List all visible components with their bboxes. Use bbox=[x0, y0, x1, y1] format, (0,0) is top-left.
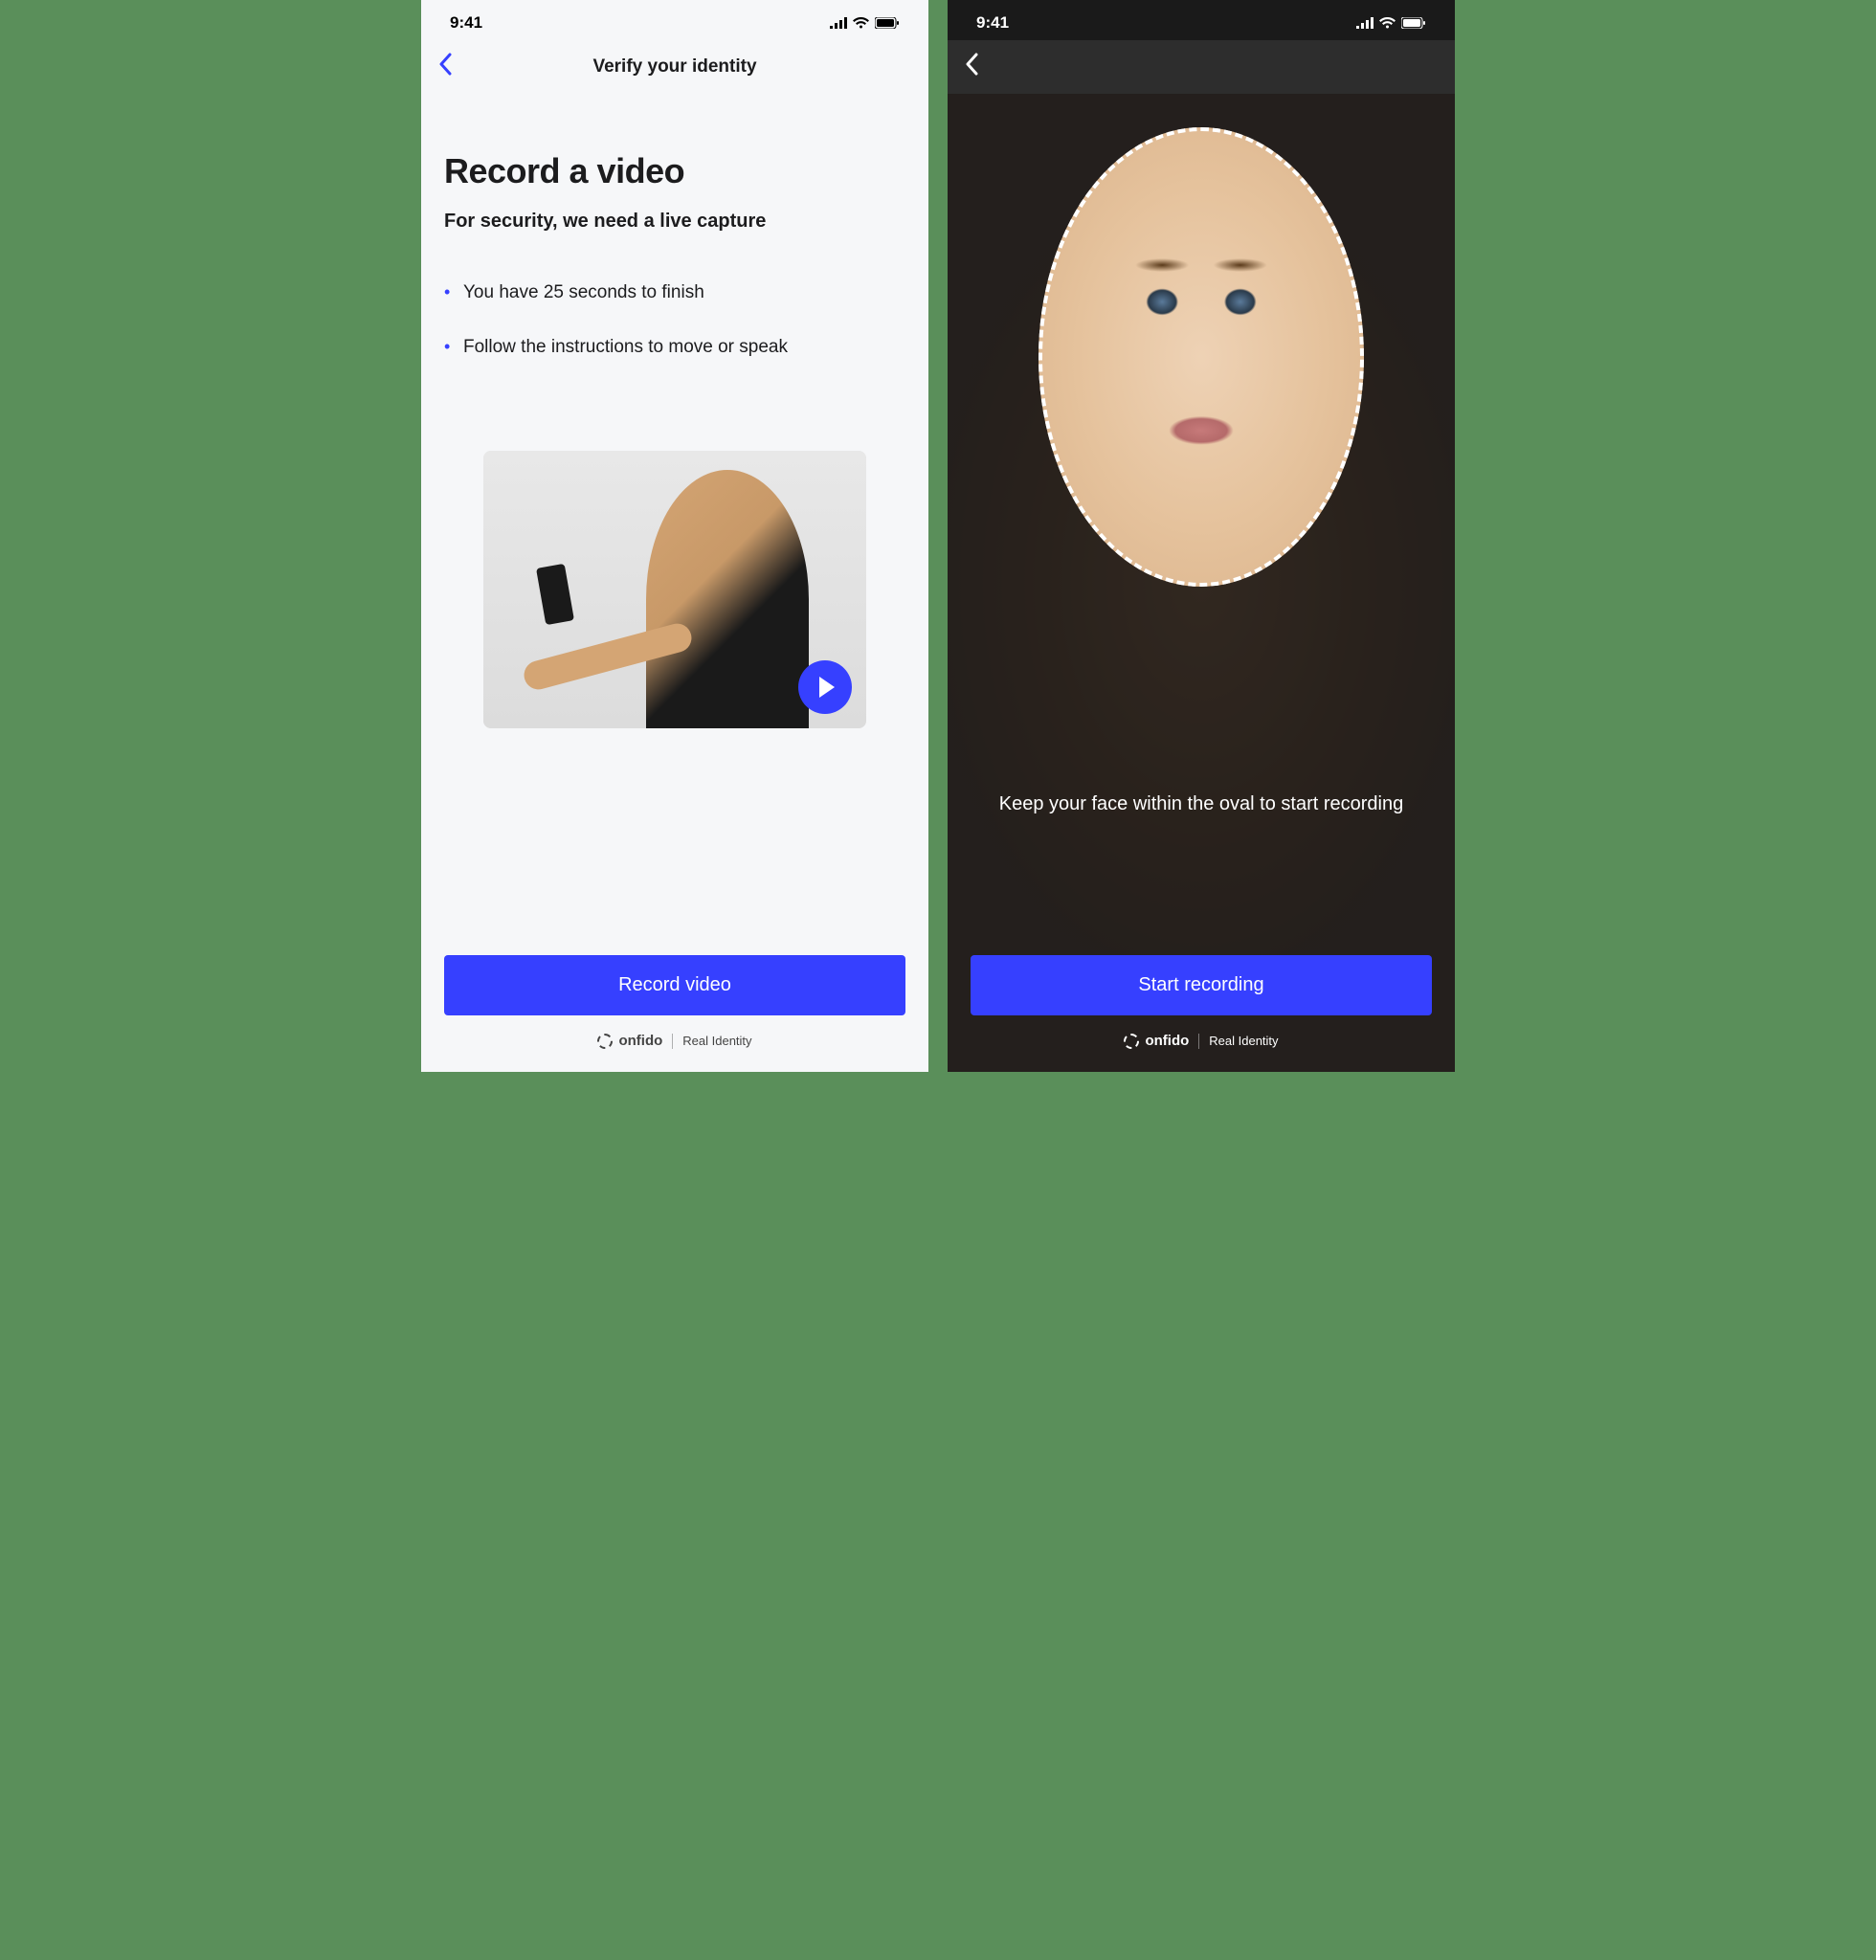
brand-footer: onfido Real Identity bbox=[971, 1033, 1432, 1049]
onfido-mark-icon bbox=[1124, 1034, 1139, 1049]
wifi-icon bbox=[1379, 17, 1396, 29]
back-button[interactable] bbox=[438, 52, 467, 82]
screen-capture: 9:41 Keep your face within the oval to s… bbox=[948, 0, 1455, 1072]
status-bar: 9:41 bbox=[948, 0, 1455, 40]
brand-tagline: Real Identity bbox=[1209, 1034, 1278, 1048]
screen-instructions: 9:41 Verify your identity Record a video… bbox=[421, 0, 928, 1072]
instruction-list: You have 25 seconds to finish Follow the… bbox=[444, 280, 905, 389]
wifi-icon bbox=[853, 17, 869, 29]
video-preview[interactable] bbox=[483, 451, 866, 728]
nav-bar bbox=[948, 40, 1455, 94]
status-time: 9:41 bbox=[976, 13, 1009, 33]
status-time: 9:41 bbox=[450, 13, 482, 33]
list-item: You have 25 seconds to finish bbox=[444, 280, 905, 306]
start-recording-button[interactable]: Start recording bbox=[971, 955, 1432, 1015]
subheading: For security, we need a live capture bbox=[444, 211, 905, 233]
play-button[interactable] bbox=[798, 660, 852, 714]
footer: Start recording onfido Real Identity bbox=[948, 936, 1455, 1072]
brand-tagline: Real Identity bbox=[682, 1034, 751, 1048]
record-video-button[interactable]: Record video bbox=[444, 955, 905, 1015]
separator-icon bbox=[672, 1034, 673, 1049]
back-button[interactable] bbox=[965, 52, 994, 82]
brand-name: onfido bbox=[618, 1033, 662, 1049]
capture-instruction: Keep your face within the oval to start … bbox=[967, 790, 1436, 818]
status-icons bbox=[1356, 17, 1426, 29]
content-area: Record a video For security, we need a l… bbox=[421, 94, 928, 936]
signal-icon bbox=[830, 17, 847, 29]
heading: Record a video bbox=[444, 151, 905, 191]
list-item: Follow the instructions to move or speak bbox=[444, 335, 905, 361]
status-bar: 9:41 bbox=[421, 0, 928, 40]
camera-viewport: Keep your face within the oval to start … bbox=[948, 94, 1455, 1072]
face-oval-outline-icon bbox=[1038, 127, 1364, 587]
footer: Record video onfido Real Identity bbox=[421, 936, 928, 1072]
battery-icon bbox=[1401, 17, 1426, 29]
play-icon bbox=[819, 677, 835, 698]
signal-icon bbox=[1356, 17, 1374, 29]
onfido-mark-icon bbox=[597, 1034, 613, 1049]
brand-footer: onfido Real Identity bbox=[444, 1033, 905, 1049]
battery-icon bbox=[875, 17, 900, 29]
separator-icon bbox=[1198, 1034, 1199, 1049]
page-title: Verify your identity bbox=[592, 56, 756, 78]
status-icons bbox=[830, 17, 900, 29]
nav-bar: Verify your identity bbox=[421, 40, 928, 94]
brand-logo: onfido bbox=[1124, 1033, 1189, 1049]
brand-name: onfido bbox=[1145, 1033, 1189, 1049]
brand-logo: onfido bbox=[597, 1033, 662, 1049]
